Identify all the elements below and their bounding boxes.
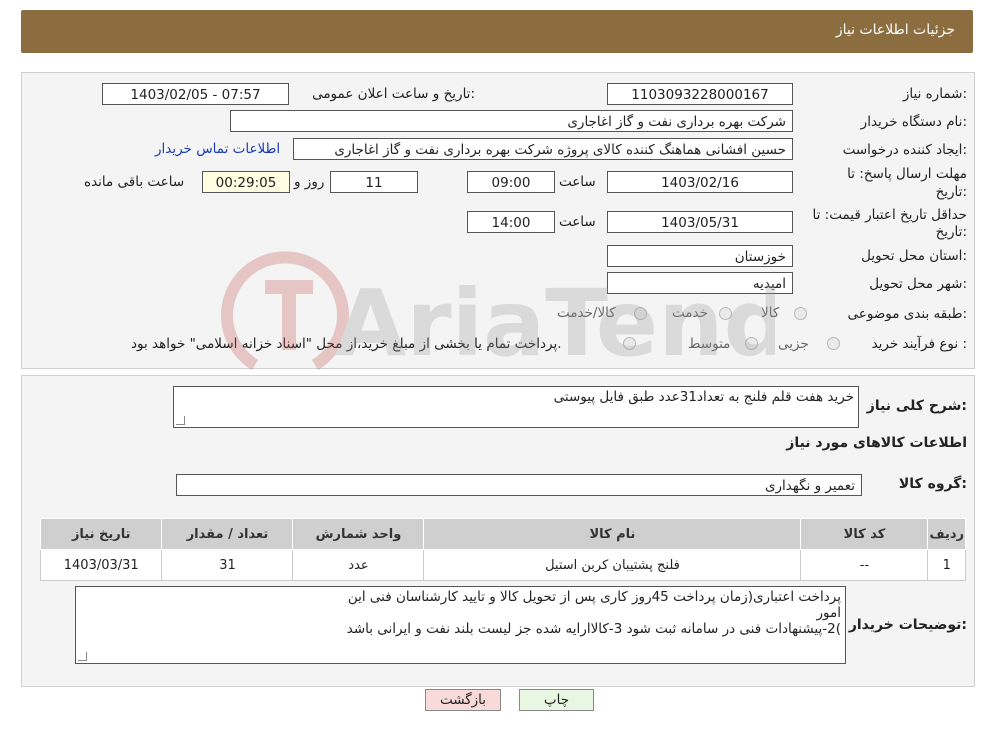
cell-row-number: 1 xyxy=(927,549,966,581)
goods-group-label: گروه کالا: xyxy=(898,476,967,492)
process-option-medium: متوسط xyxy=(688,336,731,352)
column-header-need-date: تاریخ نیاز xyxy=(39,518,163,550)
province-field[interactable]: خوزستان xyxy=(607,245,793,267)
deadline-label: مهلت ارسال پاسخ: تا xyxy=(847,166,967,182)
validity-time-label: ساعت xyxy=(559,214,596,230)
resize-handle-icon[interactable] xyxy=(78,652,87,661)
buyer-notes-textarea[interactable]: پرداخت اعتباری(زمان پرداخت 45روز کاری پس… xyxy=(75,586,846,664)
deadline-time-label: ساعت xyxy=(559,174,596,190)
announce-field[interactable]: 1403/02/05 - 07:57 xyxy=(102,83,289,105)
category-label: طبقه بندی موضوعی: xyxy=(847,306,967,322)
deadline-date-field[interactable]: 1403/02/16 xyxy=(607,171,793,193)
column-header-name: نام کالا xyxy=(423,518,802,550)
city-field[interactable]: امیدیه xyxy=(607,272,793,294)
process-label: نوع فرآیند خرید : xyxy=(871,336,967,352)
buyer-org-field[interactable]: شرکت بهره برداری نفت و گاز اغاجاری xyxy=(230,110,793,132)
deadline-label-2: تاریخ: xyxy=(935,184,967,200)
process-note: پرداخت تمام یا بخشی از مبلغ خرید،از محل … xyxy=(131,336,562,352)
days-field[interactable]: 11 xyxy=(330,171,418,193)
province-label: استان محل تحویل: xyxy=(861,248,967,264)
announce-label: تاریخ و ساعت اعلان عمومی: xyxy=(312,86,475,102)
page-header: جزئیات اطلاعات نیاز xyxy=(21,10,973,53)
goods-group-field[interactable]: تعمیر و نگهداری xyxy=(176,474,862,496)
table-row[interactable]: 1 -- فلنج پشتیبان کربن استیل عدد 31 1403… xyxy=(39,549,966,581)
category-option-goods: کالا xyxy=(761,305,780,321)
validity-date-field[interactable]: 1403/05/31 xyxy=(607,211,793,233)
cell-quantity: 31 xyxy=(161,549,294,581)
cell-code: -- xyxy=(800,549,929,581)
creator-label: ایجاد کننده درخواست: xyxy=(842,142,967,158)
treasury-checkbox[interactable] xyxy=(623,337,636,350)
cell-need-date: 1403/03/31 xyxy=(39,549,163,581)
validity-label-2: تاریخ: xyxy=(935,224,967,240)
category-radio-goods[interactable] xyxy=(794,307,807,320)
back-button[interactable]: بازگشت xyxy=(425,689,501,711)
print-button[interactable]: چاپ xyxy=(519,689,594,711)
city-label: شهر محل تحویل: xyxy=(869,276,967,292)
buyer-org-label: نام دستگاه خریدار: xyxy=(860,114,967,130)
remaining-time-field: 00:29:05 xyxy=(202,171,290,193)
cell-name: فلنج پشتیبان کربن استیل xyxy=(423,549,802,581)
goods-table: ردیف کد کالا نام کالا واحد شمارش تعداد /… xyxy=(39,518,966,581)
remaining-label: ساعت باقی مانده xyxy=(84,174,185,190)
category-option-service: خدمت xyxy=(672,305,708,321)
process-option-minor: جزیی xyxy=(778,336,809,352)
buyer-notes-label: توضیحات خریدار: xyxy=(848,617,967,633)
need-number-label: شماره نیاز: xyxy=(902,86,967,102)
goods-section-title: اطلاعات کالاهای مورد نیاز xyxy=(786,435,967,451)
buyer-contact-link[interactable]: اطلاعات تماس خریدار xyxy=(155,141,280,157)
buyer-notes-line-3: )2-پیشنهادات فنی در سامانه ثبت شود 3-کال… xyxy=(346,621,841,637)
resize-handle-icon[interactable] xyxy=(176,416,185,425)
description-textarea[interactable]: خرید هفت قلم فلنج به تعداد31عدد طبق فایل… xyxy=(173,386,859,428)
column-header-code: کد کالا xyxy=(800,518,929,550)
process-radio-minor[interactable] xyxy=(827,337,840,350)
description-text: خرید هفت قلم فلنج به تعداد31عدد طبق فایل… xyxy=(553,389,854,405)
creator-field[interactable]: حسین افشانی هماهنگ کننده کالای پروژه شرک… xyxy=(293,138,793,160)
need-number-field[interactable]: 1103093228000167 xyxy=(607,83,793,105)
page-title: جزئیات اطلاعات نیاز xyxy=(835,22,955,38)
category-option-goods-service: کالا/خدمت xyxy=(557,305,616,321)
cell-unit: عدد xyxy=(292,549,425,581)
category-radio-service[interactable] xyxy=(719,307,732,320)
validity-time-field[interactable]: 14:00 xyxy=(467,211,555,233)
deadline-time-field[interactable]: 09:00 xyxy=(467,171,555,193)
column-header-unit: واحد شمارش xyxy=(292,518,425,550)
days-label: روز و xyxy=(294,174,325,190)
process-radio-medium[interactable] xyxy=(745,337,758,350)
table-header-row: ردیف کد کالا نام کالا واحد شمارش تعداد /… xyxy=(39,518,966,550)
buyer-notes-line-1: پرداخت اعتباری(زمان پرداخت 45روز کاری پس… xyxy=(347,589,841,605)
buyer-notes-line-2: امور xyxy=(816,605,841,621)
category-radio-goods-service[interactable] xyxy=(634,307,647,320)
description-label: شرح کلی نیاز: xyxy=(866,398,967,414)
column-header-quantity: تعداد / مقدار xyxy=(161,518,294,550)
validity-label: حداقل تاریخ اعتبار قیمت: تا xyxy=(812,207,967,223)
column-header-row-number: ردیف xyxy=(927,518,966,550)
